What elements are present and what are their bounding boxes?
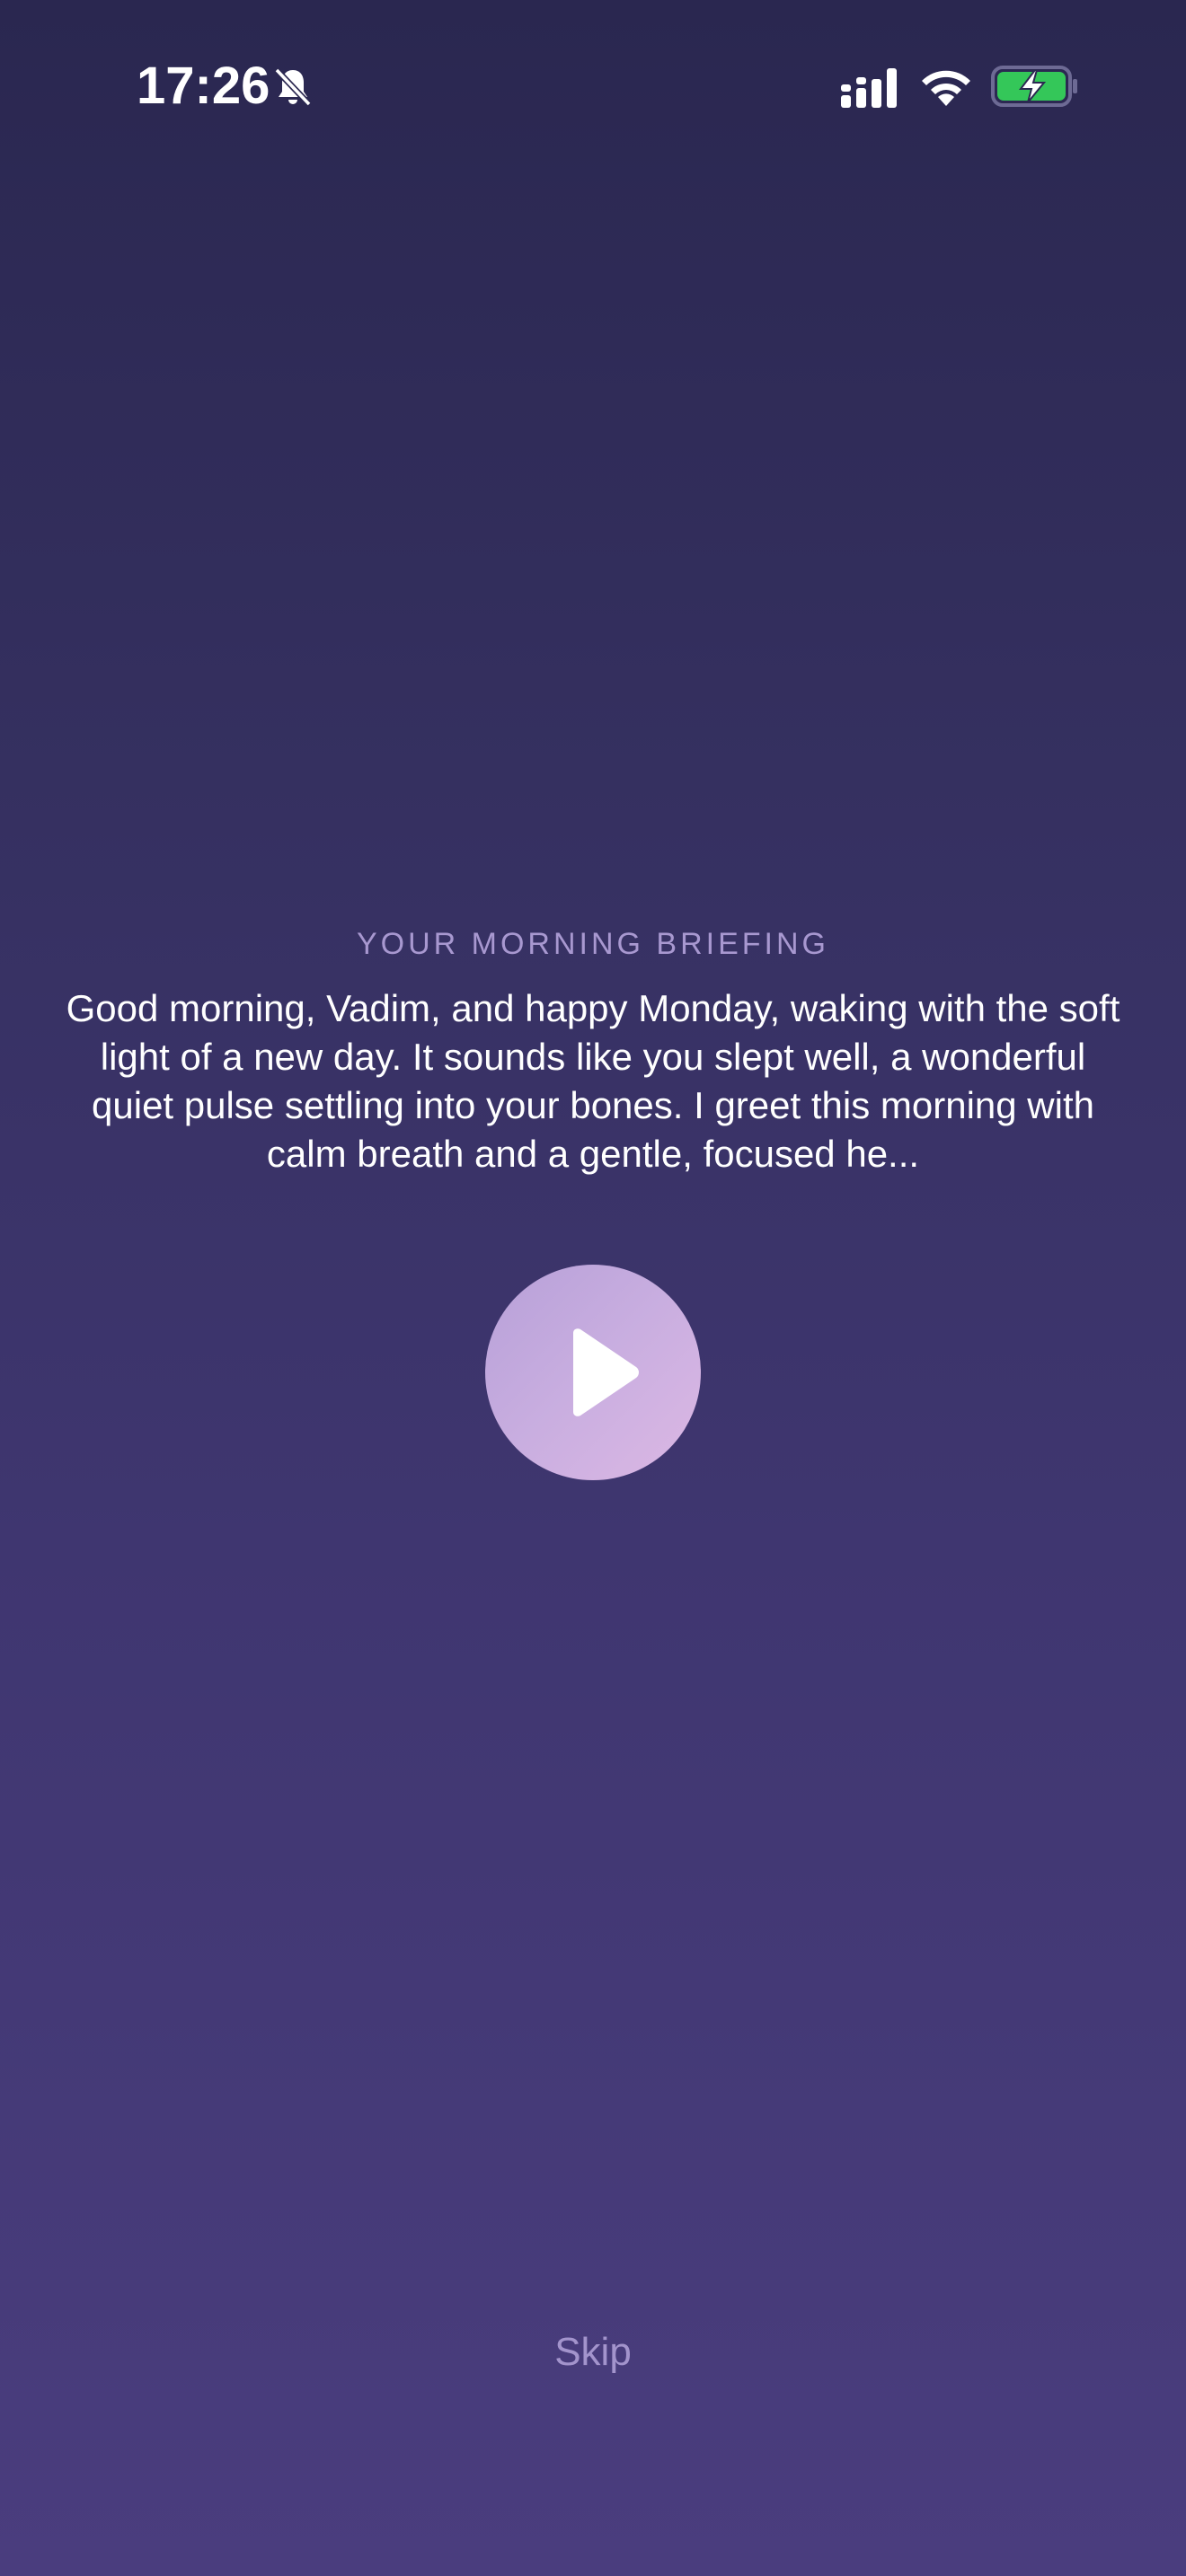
bell-slash-icon: [274, 67, 312, 107]
briefing-label: YOUR MORNING BRIEFING: [356, 927, 830, 961]
status-time: 17:26: [137, 57, 270, 115]
play-button[interactable]: [485, 1265, 701, 1480]
status-bar: 17:26: [0, 0, 1186, 180]
play-icon: [573, 1328, 639, 1416]
cellular-signal-icon: [841, 68, 897, 108]
battery-charging-icon: [991, 66, 1077, 107]
skip-button[interactable]: Skip: [503, 2321, 683, 2384]
wifi-icon: [922, 70, 970, 106]
briefing-text: Good morning, Vadim, and happy Monday, w…: [66, 987, 1120, 1175]
